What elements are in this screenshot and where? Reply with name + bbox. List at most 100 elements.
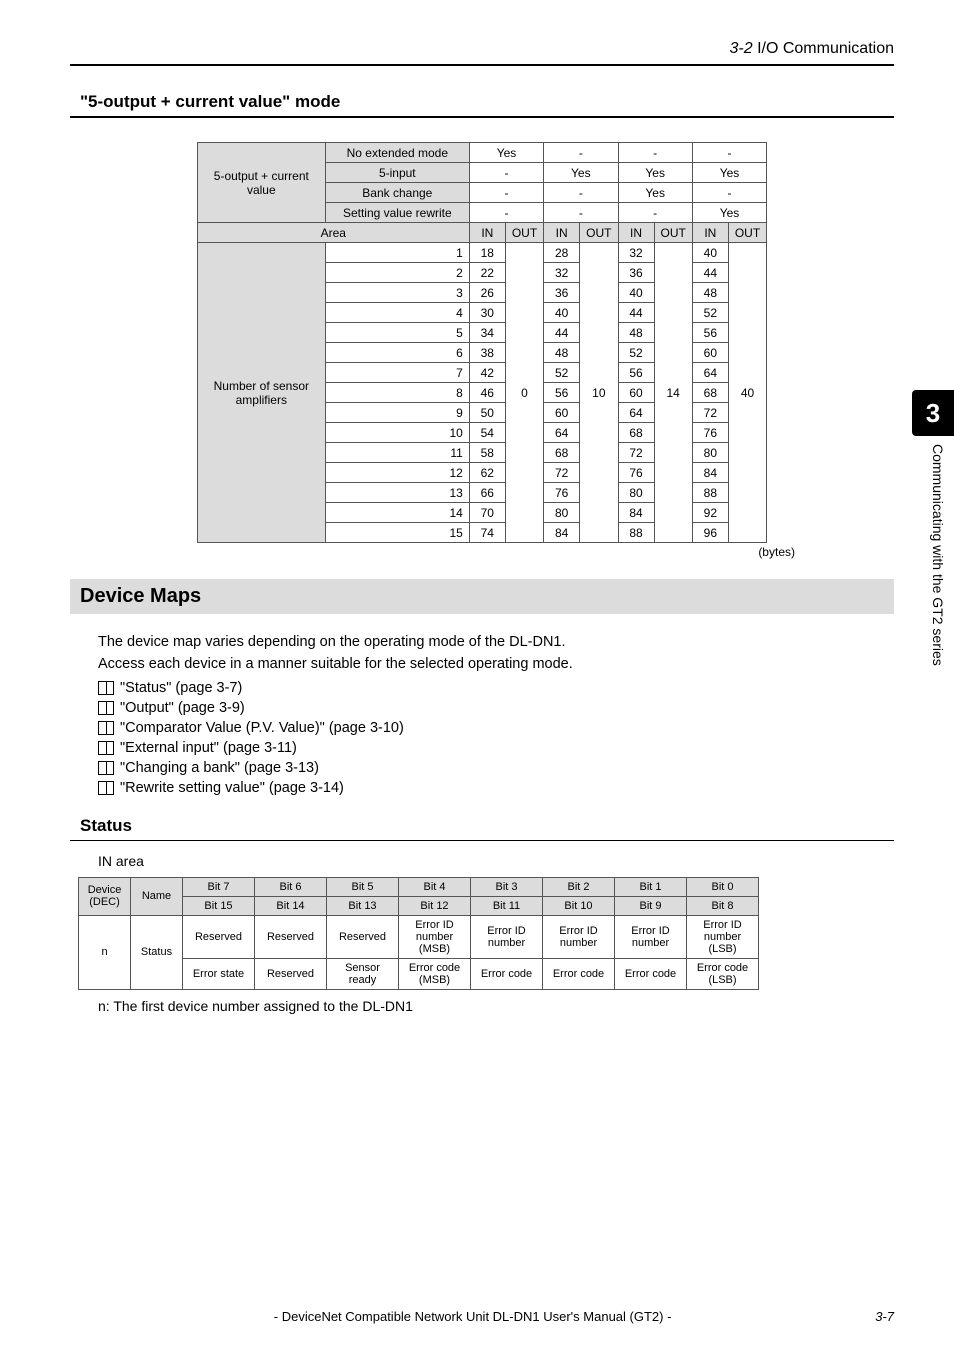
- out-value: 40: [728, 243, 766, 543]
- bit-header: Bit 2: [543, 877, 615, 896]
- in-value: 76: [544, 483, 580, 503]
- book-icon: [98, 741, 114, 755]
- reference-link[interactable]: "External input" (page 3-11): [98, 740, 894, 756]
- opt-label: No extended mode: [325, 143, 469, 163]
- in-value: 52: [618, 343, 654, 363]
- in-value: 76: [618, 463, 654, 483]
- opt-val: -: [469, 203, 543, 223]
- in-area-label: IN area: [98, 853, 894, 869]
- in-value: 36: [618, 263, 654, 283]
- reference-link[interactable]: "Status" (page 3-7): [98, 680, 894, 696]
- reference-link[interactable]: "Rewrite setting value" (page 3-14): [98, 780, 894, 796]
- status-name: Status: [131, 915, 183, 989]
- in-value: 60: [618, 383, 654, 403]
- in-value: 50: [469, 403, 505, 423]
- sensor-n: 11: [325, 443, 469, 463]
- in-value: 46: [469, 383, 505, 403]
- section-number: 3-2: [729, 40, 752, 57]
- page-header: 3-2 I/O Communication: [70, 40, 894, 58]
- io-header: OUT: [728, 223, 766, 243]
- opt-val: Yes: [618, 163, 692, 183]
- reference-text: "Output" (page 3-9): [120, 700, 245, 716]
- bit-header: Bit 10: [543, 896, 615, 915]
- io-header: OUT: [505, 223, 543, 243]
- sensor-n: 9: [325, 403, 469, 423]
- status-table: Device (DEC) Name Bit 7 Bit 6 Bit 5 Bit …: [78, 877, 759, 990]
- status-cell: Error ID number: [471, 915, 543, 958]
- in-value: 48: [544, 343, 580, 363]
- mode-row-label: 5-output + current value: [197, 143, 325, 223]
- sensor-label: Number of sensor amplifiers: [197, 243, 325, 543]
- io-header: IN: [618, 223, 654, 243]
- bit-header: Bit 14: [255, 896, 327, 915]
- bit-header: Bit 13: [327, 896, 399, 915]
- in-value: 34: [469, 323, 505, 343]
- status-cell: Sensor ready: [327, 958, 399, 989]
- in-value: 96: [692, 523, 728, 543]
- in-value: 22: [469, 263, 505, 283]
- chapter-tab: 3: [912, 390, 954, 436]
- in-value: 56: [618, 363, 654, 383]
- in-value: 60: [692, 343, 728, 363]
- in-value: 74: [469, 523, 505, 543]
- device-header: Device (DEC): [79, 877, 131, 915]
- out-value: 10: [580, 243, 618, 543]
- book-icon: [98, 701, 114, 715]
- status-cell: Error ID number (MSB): [399, 915, 471, 958]
- book-icon: [98, 781, 114, 795]
- opt-val: -: [544, 203, 618, 223]
- reference-text: "Rewrite setting value" (page 3-14): [120, 780, 344, 796]
- opt-val: -: [544, 183, 618, 203]
- in-value: 58: [469, 443, 505, 463]
- in-value: 60: [544, 403, 580, 423]
- opt-val: -: [692, 143, 766, 163]
- status-cell: Reserved: [255, 915, 327, 958]
- sensor-n: 13: [325, 483, 469, 503]
- in-value: 32: [544, 263, 580, 283]
- opt-label: Bank change: [325, 183, 469, 203]
- in-value: 64: [544, 423, 580, 443]
- reference-link[interactable]: "Output" (page 3-9): [98, 700, 894, 716]
- area-label: Area: [197, 223, 469, 243]
- device-maps-line1: The device map varies depending on the o…: [98, 632, 894, 654]
- in-value: 72: [692, 403, 728, 423]
- bit-header: Bit 9: [615, 896, 687, 915]
- bit-header: Bit 7: [183, 877, 255, 896]
- status-cell: Reserved: [255, 958, 327, 989]
- reference-link[interactable]: "Comparator Value (P.V. Value)" (page 3-…: [98, 720, 894, 736]
- in-value: 48: [692, 283, 728, 303]
- in-value: 26: [469, 283, 505, 303]
- status-cell: Error code: [471, 958, 543, 989]
- opt-label: 5-input: [325, 163, 469, 183]
- sensor-n: 6: [325, 343, 469, 363]
- page-footer: - DeviceNet Compatible Network Unit DL-D…: [70, 1309, 894, 1324]
- in-value: 68: [544, 443, 580, 463]
- bit-header: Bit 6: [255, 877, 327, 896]
- status-cell: Error code: [615, 958, 687, 989]
- in-value: 76: [692, 423, 728, 443]
- in-value: 68: [692, 383, 728, 403]
- sensor-n: 3: [325, 283, 469, 303]
- sensor-n: 2: [325, 263, 469, 283]
- in-value: 64: [692, 363, 728, 383]
- status-footnote: n: The first device number assigned to t…: [98, 998, 894, 1014]
- reference-link[interactable]: "Changing a bank" (page 3-13): [98, 760, 894, 776]
- in-value: 40: [544, 303, 580, 323]
- opt-val: -: [469, 183, 543, 203]
- in-value: 44: [544, 323, 580, 343]
- in-value: 56: [544, 383, 580, 403]
- in-value: 84: [544, 523, 580, 543]
- in-value: 54: [469, 423, 505, 443]
- status-cell: Error state: [183, 958, 255, 989]
- book-icon: [98, 761, 114, 775]
- status-heading: Status: [80, 816, 894, 836]
- status-cell: Reserved: [327, 915, 399, 958]
- reference-text: "Status" (page 3-7): [120, 680, 242, 696]
- sensor-n: 15: [325, 523, 469, 543]
- in-value: 52: [692, 303, 728, 323]
- footer-page: 3-7: [875, 1309, 894, 1324]
- in-value: 40: [618, 283, 654, 303]
- in-value: 32: [618, 243, 654, 263]
- io-header: OUT: [654, 223, 692, 243]
- in-value: 18: [469, 243, 505, 263]
